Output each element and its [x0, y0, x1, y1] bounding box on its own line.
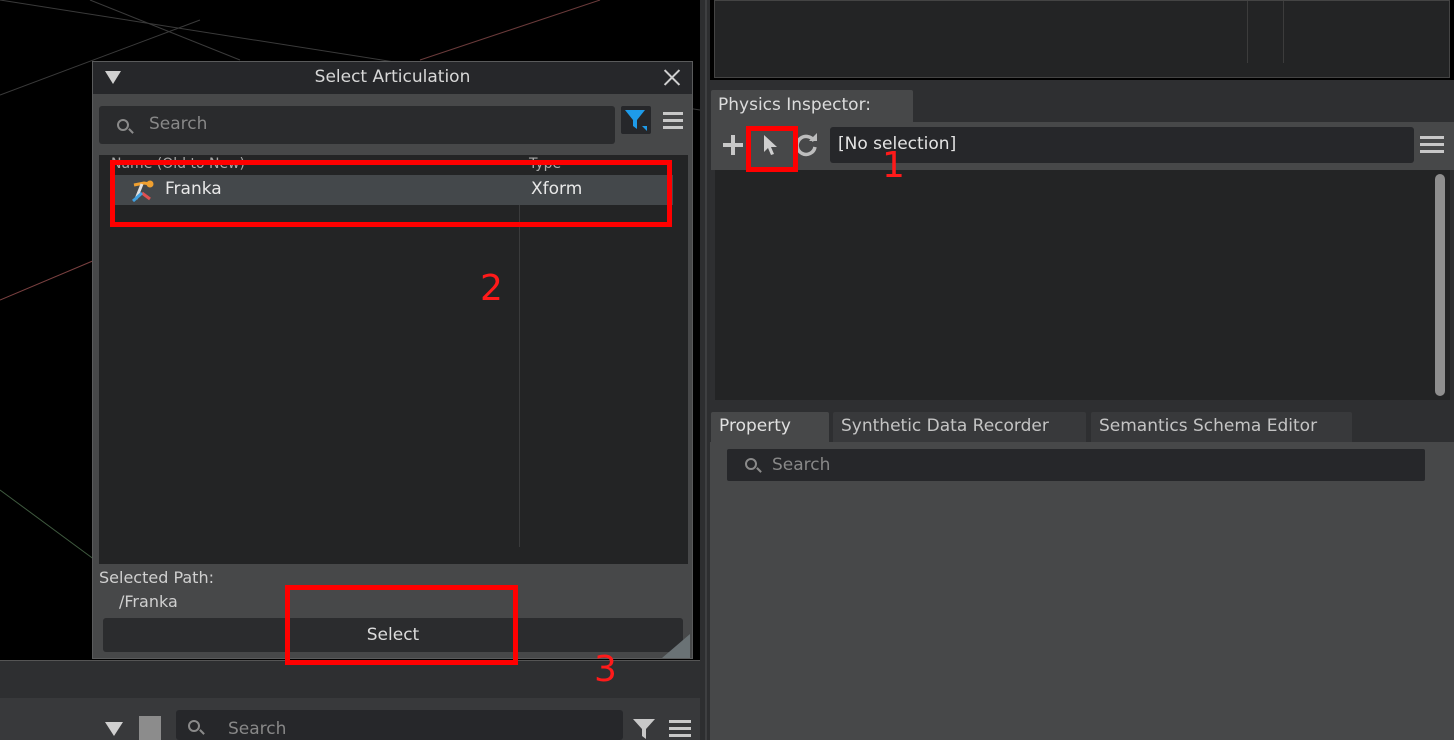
- divider: [1283, 1, 1284, 63]
- filter-button[interactable]: [621, 106, 651, 134]
- annotation-box-2: [110, 160, 672, 227]
- property-tab-bar: Property Synthetic Data Recorder Semanti…: [710, 410, 1454, 442]
- search-placeholder: Search: [772, 455, 831, 475]
- physics-inspector-content: [715, 170, 1450, 400]
- search-icon: [117, 119, 129, 131]
- dialog-titlebar[interactable]: Select Articulation: [93, 62, 692, 94]
- menu-icon[interactable]: [663, 112, 683, 130]
- tab-label: Physics Inspector:: [718, 95, 871, 115]
- annotation-label-1: 1: [882, 145, 905, 186]
- dialog-title: Select Articulation: [314, 67, 471, 87]
- annotation-label-2: 2: [480, 268, 503, 309]
- tab-semantics-schema-editor[interactable]: Semantics Schema Editor: [1091, 412, 1352, 442]
- selected-path-label: Selected Path:: [99, 568, 214, 587]
- stage-search-input[interactable]: Search: [176, 710, 623, 740]
- tab-synthetic-data-recorder[interactable]: Synthetic Data Recorder: [833, 412, 1086, 442]
- annotation-label-3: 3: [594, 649, 617, 690]
- dropdown-triangle-icon[interactable]: [105, 722, 123, 736]
- tab-physics-inspector[interactable]: Physics Inspector:: [711, 90, 913, 122]
- top-right-panel: [714, 0, 1450, 78]
- menu-icon[interactable]: [669, 720, 691, 740]
- physics-inspector-toolbar: [No selection]: [711, 122, 1454, 170]
- tab-property[interactable]: Property: [711, 412, 829, 442]
- close-icon[interactable]: [662, 67, 682, 87]
- property-panel: Search: [710, 442, 1454, 740]
- property-search-input[interactable]: Search: [727, 449, 1425, 481]
- search-placeholder: Search: [149, 114, 208, 134]
- filter-icon: [625, 110, 647, 131]
- search-icon: [745, 458, 757, 470]
- select-articulation-dialog: Select Articulation Search Name (Old to …: [92, 61, 693, 659]
- filter-icon[interactable]: [632, 718, 656, 740]
- resize-handle[interactable]: [662, 634, 690, 658]
- stage-toolbar: Search: [0, 698, 700, 740]
- column-divider: [519, 175, 520, 547]
- dialog-search-input[interactable]: Search: [99, 106, 615, 144]
- scrollbar[interactable]: [1435, 174, 1445, 396]
- selection-field[interactable]: [No selection]: [830, 127, 1414, 163]
- annotation-box-3: [285, 585, 518, 665]
- panel-divider[interactable]: [700, 0, 710, 740]
- annotation-box-1: [746, 126, 798, 172]
- search-placeholder: Search: [228, 719, 287, 739]
- selected-path-value: /Franka: [119, 592, 178, 611]
- add-icon[interactable]: [723, 135, 743, 155]
- bookmark-icon[interactable]: [139, 716, 161, 740]
- menu-icon[interactable]: [1420, 136, 1444, 157]
- search-icon: [188, 720, 200, 732]
- divider: [1247, 1, 1248, 63]
